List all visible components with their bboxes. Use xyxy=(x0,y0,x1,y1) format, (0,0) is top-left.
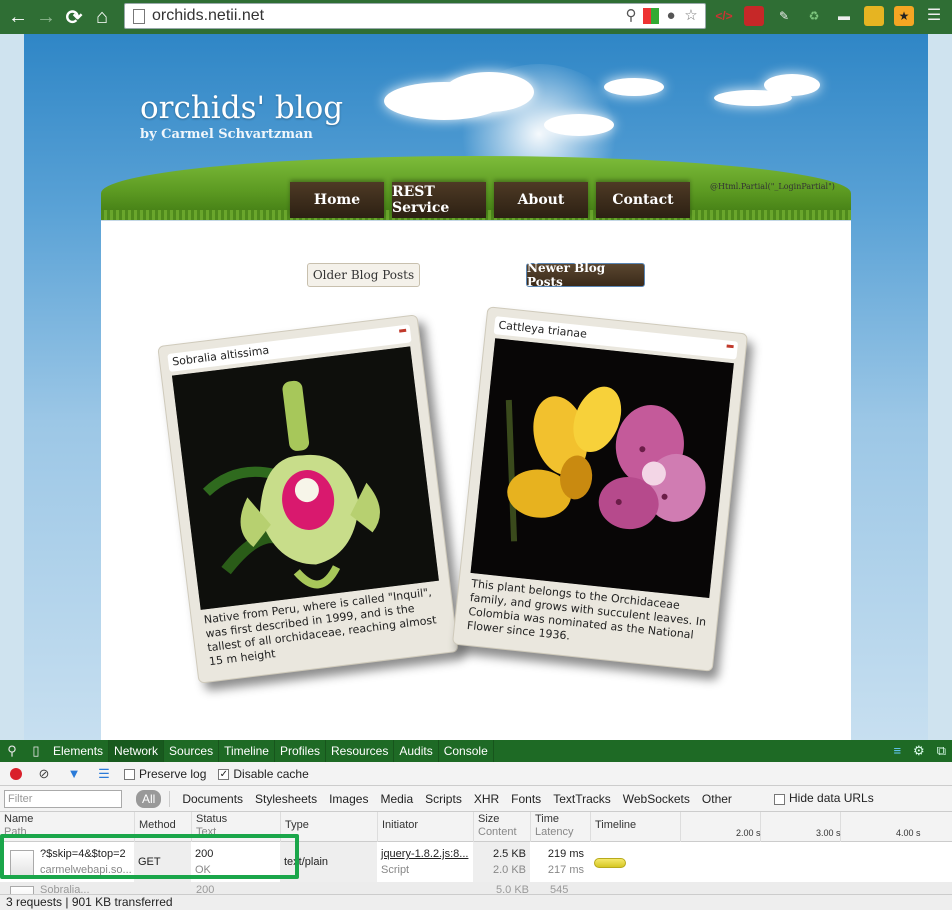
settings-gear-icon[interactable]: ⚙ xyxy=(913,743,925,759)
filter-media[interactable]: Media xyxy=(380,792,413,806)
devtools-tab-bar: ⚲ ▯ Elements Network Sources Timeline Pr… xyxy=(0,740,952,762)
blog-subtitle: by Carmel Schvartzman xyxy=(140,127,313,142)
tab-elements[interactable]: Elements xyxy=(48,740,110,762)
disable-cache-checkbox[interactable]: ✓ xyxy=(218,769,230,780)
filter-scripts[interactable]: Scripts xyxy=(425,792,462,806)
web-page: orchids' blog by Carmel Schvartzman Home… xyxy=(0,34,952,740)
time-cell: 219 ms 217 ms xyxy=(547,848,584,876)
tab-timeline[interactable]: Timeline xyxy=(219,740,275,762)
filter-other[interactable]: Other xyxy=(702,792,732,806)
timing-bar[interactable] xyxy=(594,858,626,868)
post-card[interactable]: Cattleya trianae This plant belongs to t… xyxy=(451,306,749,672)
star-icon[interactable]: ☆ xyxy=(683,8,699,24)
record-icon[interactable] xyxy=(10,767,22,780)
cloud xyxy=(764,74,820,96)
post-title: Cattleya trianae xyxy=(497,318,588,341)
tab-audits[interactable]: Audits xyxy=(394,740,439,762)
orchid-photo xyxy=(470,338,734,599)
preserve-log-checkbox[interactable] xyxy=(124,769,135,780)
menu-home[interactable]: Home xyxy=(290,182,384,218)
minimize-icon[interactable] xyxy=(726,344,734,349)
blog-title[interactable]: orchids' blog xyxy=(140,90,343,126)
console-drawer-icon[interactable]: ≡ xyxy=(893,743,901,759)
menu-rest-service[interactable]: REST Service xyxy=(392,182,486,218)
menu-about[interactable]: About xyxy=(494,182,588,218)
filter-documents[interactable]: Documents xyxy=(182,792,243,806)
bookmark-extension-icon[interactable] xyxy=(744,6,764,26)
tab-console[interactable]: Console xyxy=(439,740,494,762)
list-view-icon[interactable]: ☰ xyxy=(96,766,112,782)
filter-stylesheets[interactable]: Stylesheets xyxy=(255,792,317,806)
tab-resources[interactable]: Resources xyxy=(326,740,395,762)
code-extension-icon[interactable]: </> xyxy=(714,6,734,26)
ruler-extension-icon[interactable] xyxy=(864,6,884,26)
filter-bar: Filter All Documents Stylesheets Images … xyxy=(0,786,952,812)
timeline-tick: 2.00 s xyxy=(736,828,761,838)
site-header-background: orchids' blog by Carmel Schvartzman Home… xyxy=(24,34,928,740)
recycle-extension-icon[interactable]: ♻ xyxy=(804,6,824,26)
filter-websockets[interactable]: WebSockets xyxy=(623,792,690,806)
filter-input[interactable]: Filter xyxy=(4,789,122,808)
pen-extension-icon[interactable]: ✎ xyxy=(774,6,794,26)
download-extension-icon[interactable]: ▬ xyxy=(834,6,854,26)
bulb-icon[interactable]: ● xyxy=(663,8,679,24)
table-row[interactable]: Sobralia... 200 5.0 KB 545 xyxy=(0,882,952,894)
browser-toolbar: ← → ⟳ ⌂ orchids.netii.net ⚲ ● ☆ </> ✎ ♻ … xyxy=(0,0,952,34)
filter-images[interactable]: Images xyxy=(329,792,368,806)
address-bar[interactable]: orchids.netii.net ⚲ ● ☆ xyxy=(124,3,706,29)
inspect-icon[interactable]: ⚲ xyxy=(0,743,24,759)
cloud xyxy=(444,72,534,112)
timeline-tick: 3.00 s xyxy=(816,828,841,838)
forward-button[interactable]: → xyxy=(32,3,60,31)
hide-data-urls-label: Hide data URLs xyxy=(789,791,874,805)
hide-data-urls-checkbox[interactable] xyxy=(774,793,785,805)
divider xyxy=(169,790,171,807)
tab-sources[interactable]: Sources xyxy=(164,740,220,762)
cloud xyxy=(604,78,664,96)
newer-posts-button[interactable]: Newer Blog Posts xyxy=(526,261,645,289)
col-size[interactable]: Size Content xyxy=(473,812,530,842)
back-button[interactable]: ← xyxy=(4,3,32,31)
post-card[interactable]: Sobralia altissima Native from Peru, whe… xyxy=(157,314,459,684)
home-button[interactable]: ⌂ xyxy=(88,3,116,31)
menu-icon[interactable]: ☰ xyxy=(924,6,944,26)
disable-cache-label: Disable cache xyxy=(233,766,309,781)
url-text[interactable]: orchids.netii.net xyxy=(152,7,623,25)
main-content: Older Blog Posts Newer Blog Posts Sobral… xyxy=(101,220,851,740)
tab-network[interactable]: Network xyxy=(109,740,165,762)
filter-all[interactable]: All xyxy=(136,789,162,808)
clear-icon[interactable]: ⊘ xyxy=(36,766,52,782)
col-time[interactable]: Time Latency xyxy=(530,812,590,842)
network-status-bar: 3 requests | 901 KB transferred xyxy=(0,894,952,910)
timeline-tick: 4.00 s xyxy=(896,828,921,838)
filter-xhr[interactable]: XHR xyxy=(474,792,499,806)
tab-profiles[interactable]: Profiles xyxy=(275,740,326,762)
filter-fonts[interactable]: Fonts xyxy=(511,792,541,806)
size-cell: 2.5 KB 2.0 KB xyxy=(473,842,530,882)
translate-extension-icon[interactable]: ★ xyxy=(894,6,914,26)
login-partial-text: @Html.Partial("_LoginPartial") xyxy=(710,182,835,191)
zoom-icon[interactable]: ⚲ xyxy=(623,8,639,24)
menu-contact[interactable]: Contact xyxy=(596,182,690,218)
devtools-panel: ⚲ ▯ Elements Network Sources Timeline Pr… xyxy=(0,740,952,910)
dock-icon[interactable]: ⧉ xyxy=(937,743,946,759)
network-toolbar: ⊘ ▼ ☰ Preserve log ✓ Disable cache xyxy=(0,762,952,786)
cloud xyxy=(544,114,614,136)
page-icon xyxy=(133,8,145,24)
preserve-log-label: Preserve log xyxy=(139,766,207,781)
filter-icon[interactable]: ▼ xyxy=(66,766,82,782)
favicon-icon[interactable] xyxy=(643,8,659,24)
orchid-photo xyxy=(171,346,439,610)
older-posts-button[interactable]: Older Blog Posts xyxy=(307,263,420,287)
col-initiator[interactable]: Initiator xyxy=(377,812,473,842)
reload-button[interactable]: ⟳ xyxy=(60,3,88,31)
device-mode-icon[interactable]: ▯ xyxy=(24,743,48,759)
document-icon xyxy=(10,886,34,894)
initiator-cell[interactable]: jquery-1.8.2.js:8... Script xyxy=(377,842,473,882)
row-highlight-box xyxy=(0,834,299,879)
filter-texttracks[interactable]: TextTracks xyxy=(553,792,611,806)
